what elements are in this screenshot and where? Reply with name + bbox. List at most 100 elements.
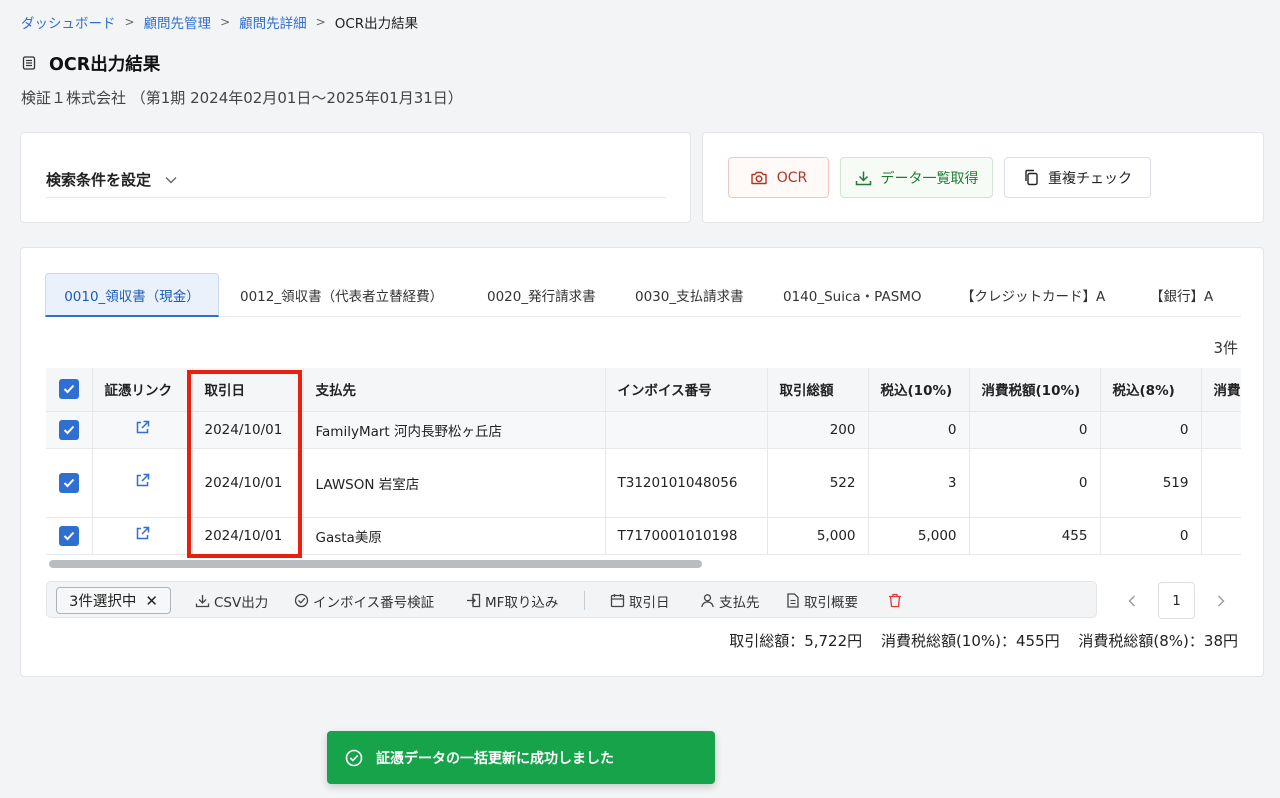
column-header-total[interactable]: 取引総額 — [767, 368, 869, 412]
page-subtitle: 検証１株式会社 （第1期 2024年02月01日〜2025年01月31日） — [21, 89, 463, 107]
download-data-button[interactable]: データ一覧取得 — [840, 157, 993, 198]
horizontal-scrollbar[interactable] — [46, 558, 1241, 570]
row-select-cell — [46, 411, 93, 449]
page-title: OCR出力結果 — [49, 54, 161, 75]
table-row[interactable]: 2024/10/01 FamilyMart 河内長野松ヶ丘店 200 0 0 0 — [46, 411, 1241, 449]
chevron-left-icon[interactable] — [1124, 593, 1140, 609]
column-header-invoice-number[interactable]: インボイス番号 — [605, 368, 768, 412]
bulk-payee-label: 支払先 — [719, 594, 760, 611]
page-header: OCR出力結果 — [22, 50, 160, 76]
external-link-icon[interactable] — [135, 473, 150, 488]
results-table: 証憑リンク 取引日 支払先 インボイス番号 取引総額 税込(10%) 消費税額(… — [46, 368, 1241, 555]
mf-import-button[interactable]: MF取り込み — [466, 582, 558, 619]
check-circle-icon — [294, 593, 309, 608]
external-link-icon[interactable] — [135, 420, 150, 435]
tax-amount-8-cell — [1201, 517, 1241, 555]
user-icon — [701, 594, 714, 608]
calendar-icon — [610, 594, 625, 608]
close-icon[interactable]: ✕ — [145, 592, 158, 610]
table-header-row: 証憑リンク 取引日 支払先 インボイス番号 取引総額 税込(10%) 消費税額(… — [46, 368, 1241, 412]
chevron-right-icon[interactable] — [1213, 593, 1229, 609]
toast-message: 証憑データの一括更新に成功しました — [376, 750, 614, 767]
scrollbar-thumb[interactable] — [49, 560, 702, 568]
tab-credit-card[interactable]: 【クレジットカード】A — [961, 273, 1105, 317]
table-row[interactable]: 2024/10/01 Gasta美原 T7170001010198 5,000 … — [46, 517, 1241, 555]
column-header-tax-included-8[interactable]: 税込(8%) — [1100, 368, 1202, 412]
tab-bank[interactable]: 【銀行】A — [1150, 273, 1213, 317]
column-header-tax-amount-8[interactable]: 消費 — [1201, 368, 1241, 412]
results-table-container[interactable]: 証憑リンク 取引日 支払先 インボイス番号 取引総額 税込(10%) 消費税額(… — [46, 368, 1241, 568]
tax-total-10: 消費税総額(10%)：455円 — [880, 632, 1060, 650]
divider — [584, 591, 585, 610]
column-header-tax-amount-10[interactable]: 消費税額(10%) — [969, 368, 1101, 412]
tax-amount-8-cell — [1201, 448, 1241, 518]
delete-button[interactable] — [888, 582, 906, 619]
search-conditions-label: 検索条件を設定 — [46, 171, 152, 189]
table-row[interactable]: 2024/10/01 LAWSON 岩室店 T3120101048056 522… — [46, 448, 1241, 518]
tab-issued-invoice[interactable]: 0020_発行請求書 — [487, 273, 596, 317]
payee-cell: LAWSON 岩室店 — [303, 448, 606, 518]
row-checkbox[interactable] — [58, 419, 79, 440]
selection-chip: 3件選択中 ✕ — [56, 587, 171, 614]
payee-cell: FamilyMart 河内長野松ヶ丘店 — [303, 411, 606, 449]
tax-amount-10-cell: 455 — [969, 517, 1101, 555]
tab-receipt-cash[interactable]: 0010_領収書（現金） — [45, 273, 219, 317]
bulk-payee-button[interactable]: 支払先 — [700, 582, 760, 619]
tab-receipt-reimbursement[interactable]: 0012_領収書（代表者立替経費） — [240, 273, 443, 317]
row-select-cell — [46, 517, 93, 555]
column-header-evidence-link[interactable]: 証憑リンク — [92, 368, 193, 412]
tax-included-10-cell: 0 — [868, 411, 970, 449]
select-all-checkbox[interactable] — [58, 379, 79, 400]
row-checkbox[interactable] — [58, 472, 79, 493]
tax-included-8-cell: 0 — [1100, 517, 1202, 555]
external-link-icon[interactable] — [135, 526, 150, 541]
column-header-tax-included-10[interactable]: 税込(10%) — [868, 368, 970, 412]
results-panel: 0010_領収書（現金） 0012_領収書（代表者立替経費） 0020_発行請求… — [20, 247, 1264, 677]
total-cell: 5,000 — [767, 517, 869, 555]
breadcrumb-current: OCR出力結果 — [334, 16, 419, 32]
document-type-tabs: 0010_領収書（現金） 0012_領収書（代表者立替経費） 0020_発行請求… — [45, 273, 1241, 317]
tax-included-8-cell: 519 — [1100, 448, 1202, 518]
search-conditions-toggle[interactable]: 検索条件を設定 — [46, 169, 177, 190]
invoice-number-verify-button[interactable]: インボイス番号検証 — [294, 582, 434, 619]
tax-amount-10-cell: 0 — [969, 411, 1101, 449]
tab-payment-invoice[interactable]: 0030_支払請求書 — [635, 273, 744, 317]
bulk-date-button[interactable]: 取引日 — [610, 582, 670, 619]
tax-included-10-cell: 3 — [868, 448, 970, 518]
camera-icon — [751, 171, 767, 184]
bulk-summary-button[interactable]: 取引概要 — [786, 582, 858, 619]
tax-included-10-cell: 5,000 — [868, 517, 970, 555]
bulk-date-label: 取引日 — [629, 594, 670, 611]
breadcrumb-client-management[interactable]: 顧問先管理 — [144, 12, 212, 32]
row-checkbox[interactable] — [58, 525, 79, 546]
breadcrumb-client-detail[interactable]: 顧問先詳細 — [239, 12, 307, 32]
csv-export-button[interactable]: CSV出力 — [195, 582, 268, 619]
duplicate-check-label: 重複チェック — [1048, 170, 1132, 187]
tax-amount-8-cell — [1201, 411, 1241, 449]
tab-suica-pasmo[interactable]: 0140_Suica・PASMO — [783, 273, 922, 317]
download-icon — [855, 171, 871, 185]
invoice-number-verify-label: インボイス番号検証 — [313, 594, 435, 611]
column-header-payee[interactable]: 支払先 — [303, 368, 606, 412]
invoice-number-cell — [605, 411, 768, 449]
date-cell: 2024/10/01 — [192, 411, 304, 449]
date-cell: 2024/10/01 — [192, 517, 304, 555]
import-icon — [467, 593, 481, 608]
date-cell: 2024/10/01 — [192, 448, 304, 518]
chevron-right-icon: > — [315, 15, 326, 29]
invoice-number-cell: T7170001010198 — [605, 517, 768, 555]
total-cell: 200 — [767, 411, 869, 449]
select-all-cell — [46, 368, 93, 412]
evidence-link-cell — [92, 411, 193, 449]
row-select-cell — [46, 448, 93, 518]
pagination-page[interactable]: 1 — [1158, 582, 1195, 619]
copy-icon — [1025, 169, 1038, 186]
column-header-date[interactable]: 取引日 — [192, 368, 304, 412]
evidence-link-cell — [92, 517, 193, 555]
ocr-button[interactable]: OCR — [728, 157, 829, 198]
duplicate-check-button[interactable]: 重複チェック — [1004, 157, 1151, 198]
mf-import-label: MF取り込み — [485, 594, 559, 611]
breadcrumb-dashboard[interactable]: ダッシュボード — [21, 12, 116, 32]
success-toast: 証憑データの一括更新に成功しました — [327, 731, 715, 784]
chevron-down-icon — [165, 176, 177, 183]
